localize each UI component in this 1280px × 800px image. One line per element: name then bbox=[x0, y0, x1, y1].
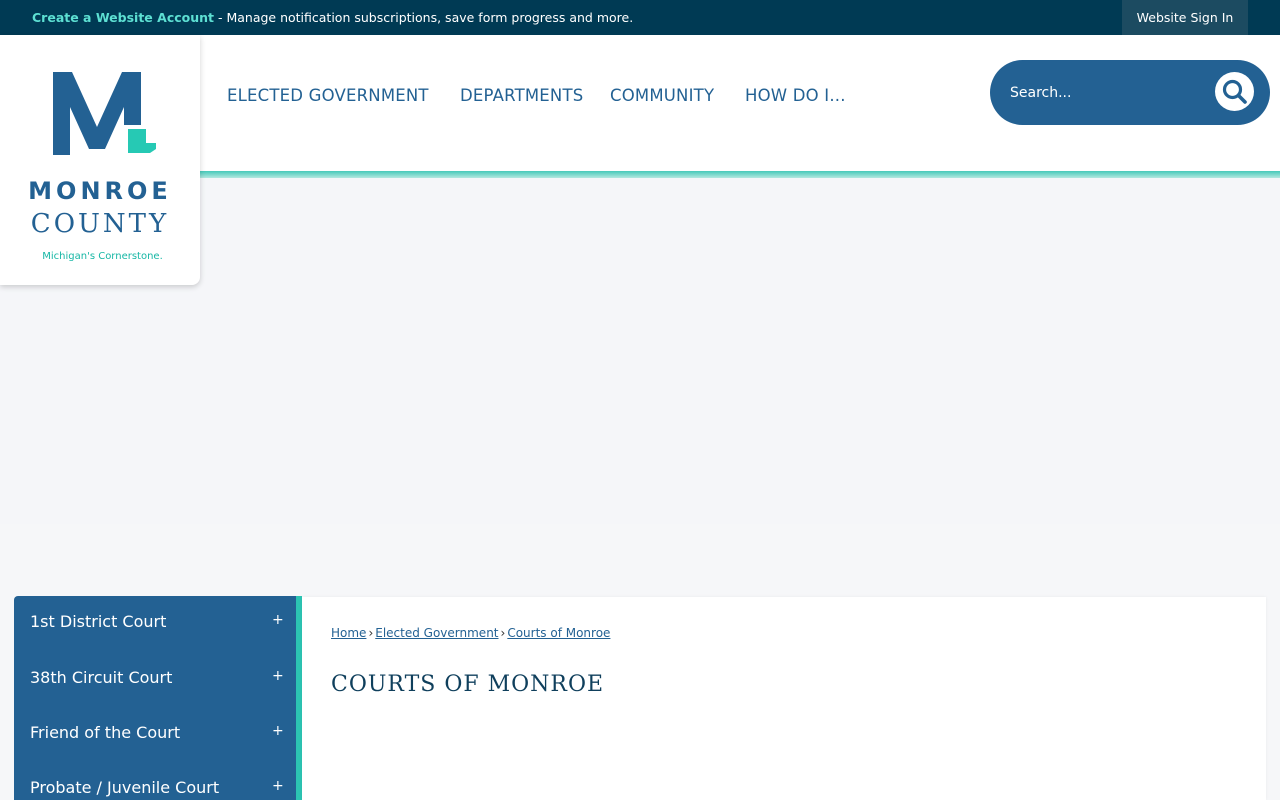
side-nav-item-friend-of-the-court[interactable]: Friend of the Court + bbox=[14, 707, 296, 762]
expand-toggle-icon[interactable]: + bbox=[272, 612, 284, 628]
search-input[interactable] bbox=[1010, 80, 1200, 106]
nav-departments[interactable]: DEPARTMENTS bbox=[460, 86, 583, 105]
nav-community[interactable]: COMMUNITY bbox=[610, 86, 714, 105]
logo-tagline: Michigan's Cornerstone. bbox=[42, 251, 163, 262]
page-title: COURTS OF MONROE bbox=[331, 672, 605, 697]
search-icon bbox=[1222, 79, 1247, 104]
search-button[interactable] bbox=[1215, 72, 1254, 111]
utility-bar: Create a Website Account - Manage notifi… bbox=[0, 0, 1280, 35]
side-navigation: 1st District Court + 38th Circuit Court … bbox=[14, 596, 296, 800]
breadcrumb: Home › Elected Government › Courts of Monroe bbox=[331, 626, 610, 640]
side-nav-item-1st-district-court[interactable]: 1st District Court + bbox=[14, 596, 296, 651]
side-nav-label[interactable]: Probate / Juvenile Court bbox=[30, 778, 219, 797]
side-nav-label[interactable]: 1st District Court bbox=[30, 612, 166, 631]
main-content: Home › Elected Government › Courts of Monroe… bbox=[302, 597, 1266, 800]
side-nav-item-38th-circuit-court[interactable]: 38th Circuit Court + bbox=[14, 652, 296, 707]
nav-elected-government[interactable]: ELECTED GOVERNMENT bbox=[227, 86, 429, 105]
breadcrumb-courts-of-monroe[interactable]: Courts of Monroe bbox=[507, 626, 610, 640]
header-accent-bar bbox=[200, 171, 1280, 178]
expand-toggle-icon[interactable]: + bbox=[272, 778, 284, 794]
logo-text-monroe: MONROE bbox=[28, 177, 172, 205]
breadcrumb-elected-government[interactable]: Elected Government bbox=[375, 626, 498, 640]
side-nav-label[interactable]: 38th Circuit Court bbox=[30, 668, 172, 687]
side-nav-item-probate-juvenile-court[interactable]: Probate / Juvenile Court + bbox=[14, 762, 296, 800]
side-nav-label[interactable]: Friend of the Court bbox=[30, 723, 180, 742]
expand-toggle-icon[interactable]: + bbox=[272, 668, 284, 684]
create-account-link[interactable]: Create a Website Account bbox=[32, 10, 214, 25]
monroe-m-logo-icon bbox=[53, 72, 156, 155]
county-logo[interactable]: MONROE COUNTY Michigan's Cornerstone. bbox=[0, 35, 200, 285]
nav-how-do-i[interactable]: HOW DO I... bbox=[745, 86, 846, 105]
breadcrumb-home[interactable]: Home bbox=[331, 626, 366, 640]
account-promo: Create a Website Account - Manage notifi… bbox=[32, 10, 633, 25]
breadcrumb-separator: › bbox=[368, 626, 374, 640]
breadcrumb-separator: › bbox=[500, 626, 506, 640]
expand-toggle-icon[interactable]: + bbox=[272, 723, 284, 739]
logo-text-county: COUNTY bbox=[30, 209, 170, 239]
sign-in-button[interactable]: Website Sign In bbox=[1122, 0, 1248, 35]
promo-text: - Manage notification subscriptions, sav… bbox=[214, 10, 634, 25]
